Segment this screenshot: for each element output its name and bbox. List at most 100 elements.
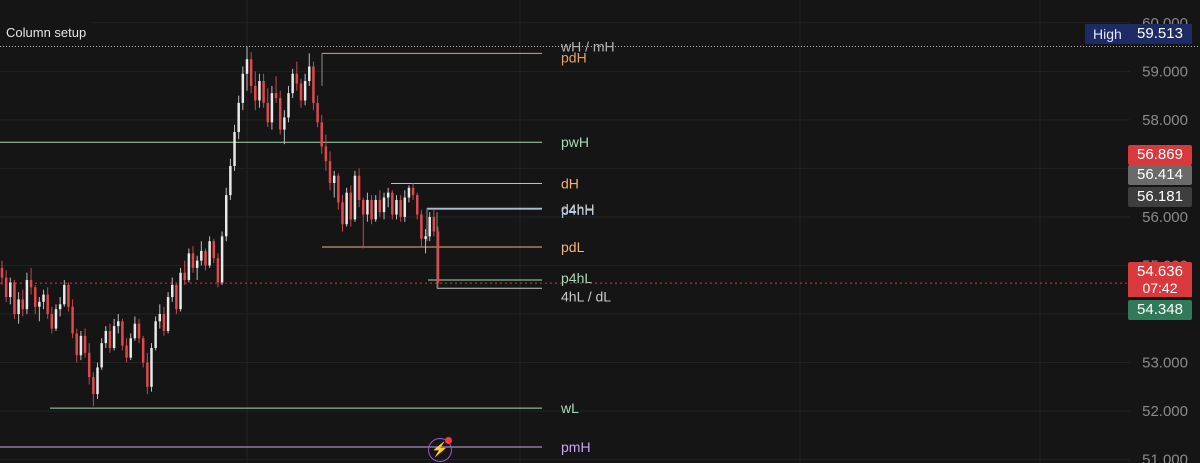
candle xyxy=(54,304,58,331)
candle xyxy=(357,168,361,208)
candle xyxy=(241,66,245,111)
candle xyxy=(200,241,203,266)
y-tick-label: 59.000 xyxy=(1142,63,1188,80)
candle xyxy=(382,192,386,220)
high-marker-value: 59.513 xyxy=(1128,24,1192,44)
candle xyxy=(187,248,191,283)
candle xyxy=(220,231,224,285)
candle xyxy=(71,299,74,339)
candle xyxy=(291,68,294,99)
candle xyxy=(341,195,344,232)
candle xyxy=(353,170,357,222)
candle xyxy=(154,316,157,351)
candle xyxy=(345,187,348,227)
candle xyxy=(287,85,290,123)
candle xyxy=(25,272,29,315)
level-lines: wH / mHpdHpwHdHp4hHd4hHpdLp4hL4hL / dLwL… xyxy=(0,38,1200,455)
notification-dot-icon xyxy=(445,437,452,444)
candle xyxy=(83,328,87,358)
level-label: wL xyxy=(560,400,579,416)
candle xyxy=(87,343,91,385)
column-setup-button[interactable]: Column setup xyxy=(0,22,93,44)
candle xyxy=(233,124,236,171)
level-label: 4hL / dL xyxy=(561,288,611,304)
candle xyxy=(117,314,120,334)
y-tick-label: 53.000 xyxy=(1142,355,1188,372)
candle xyxy=(407,185,411,203)
candle xyxy=(266,88,269,128)
candle xyxy=(274,76,278,103)
candle xyxy=(391,190,394,220)
candle xyxy=(42,289,45,310)
candle xyxy=(249,51,253,94)
candle xyxy=(386,187,390,208)
candle xyxy=(104,326,108,348)
candle xyxy=(204,248,207,271)
candle xyxy=(96,362,99,399)
candle xyxy=(171,277,174,302)
level-label: pdL xyxy=(561,239,585,255)
candle xyxy=(411,183,415,200)
candle xyxy=(75,328,78,363)
candle xyxy=(258,73,261,108)
candle xyxy=(349,185,353,227)
price-tag: 56.869 xyxy=(1128,145,1192,165)
candle xyxy=(316,95,319,128)
price-chart[interactable]: wH / mHpdHpwHdHp4hHd4hHpdLp4hL4hL / dLwL… xyxy=(0,0,1200,463)
candle xyxy=(299,78,303,108)
candle xyxy=(283,110,286,145)
candle xyxy=(245,46,249,91)
candle-countdown: 07:42 xyxy=(1128,279,1192,297)
candle xyxy=(254,71,257,111)
level-label: dH xyxy=(561,175,579,191)
candle xyxy=(121,318,124,351)
candle xyxy=(229,158,232,200)
price-tag: 54.348 xyxy=(1128,300,1192,320)
candle xyxy=(179,267,182,312)
candle xyxy=(303,73,307,106)
y-tick-label: 51.000 xyxy=(1142,452,1188,463)
candle xyxy=(362,197,365,249)
candle xyxy=(67,282,70,312)
candle xyxy=(100,338,103,370)
candle xyxy=(370,195,373,225)
candle xyxy=(79,330,83,361)
level-label: pmH xyxy=(561,439,591,455)
candle xyxy=(125,338,128,363)
candle xyxy=(137,318,141,344)
candles xyxy=(0,46,440,407)
candle xyxy=(312,61,315,111)
candle xyxy=(337,173,340,210)
candle xyxy=(328,151,332,191)
candle xyxy=(17,292,20,324)
level-label: pdH xyxy=(561,49,587,65)
candle xyxy=(133,316,137,341)
candle xyxy=(424,229,427,254)
candle xyxy=(4,270,8,302)
candle xyxy=(158,304,162,329)
candle xyxy=(195,255,199,281)
candle xyxy=(63,280,66,307)
candle xyxy=(0,260,4,285)
candle xyxy=(399,195,402,222)
y-tick-label: 56.000 xyxy=(1142,209,1188,226)
price-tag: 56.414 xyxy=(1128,165,1192,185)
candle xyxy=(33,284,37,315)
y-tick-label: 58.000 xyxy=(1142,112,1188,129)
candle xyxy=(212,238,216,264)
candle xyxy=(9,277,12,305)
candle xyxy=(183,260,186,285)
candle xyxy=(432,209,436,237)
candle xyxy=(146,352,149,395)
candle xyxy=(308,53,311,86)
candle xyxy=(278,90,282,135)
candle xyxy=(13,280,16,319)
y-tick-label: 52.000 xyxy=(1142,403,1188,420)
candle xyxy=(420,209,423,247)
level-label: pwH xyxy=(561,134,589,150)
price-tag: 56.181 xyxy=(1128,187,1192,207)
candle xyxy=(166,292,170,334)
y-axis: 60.00059.00058.00057.00056.00055.00054.0… xyxy=(1142,15,1188,463)
candle xyxy=(270,85,274,130)
candle xyxy=(112,318,116,351)
